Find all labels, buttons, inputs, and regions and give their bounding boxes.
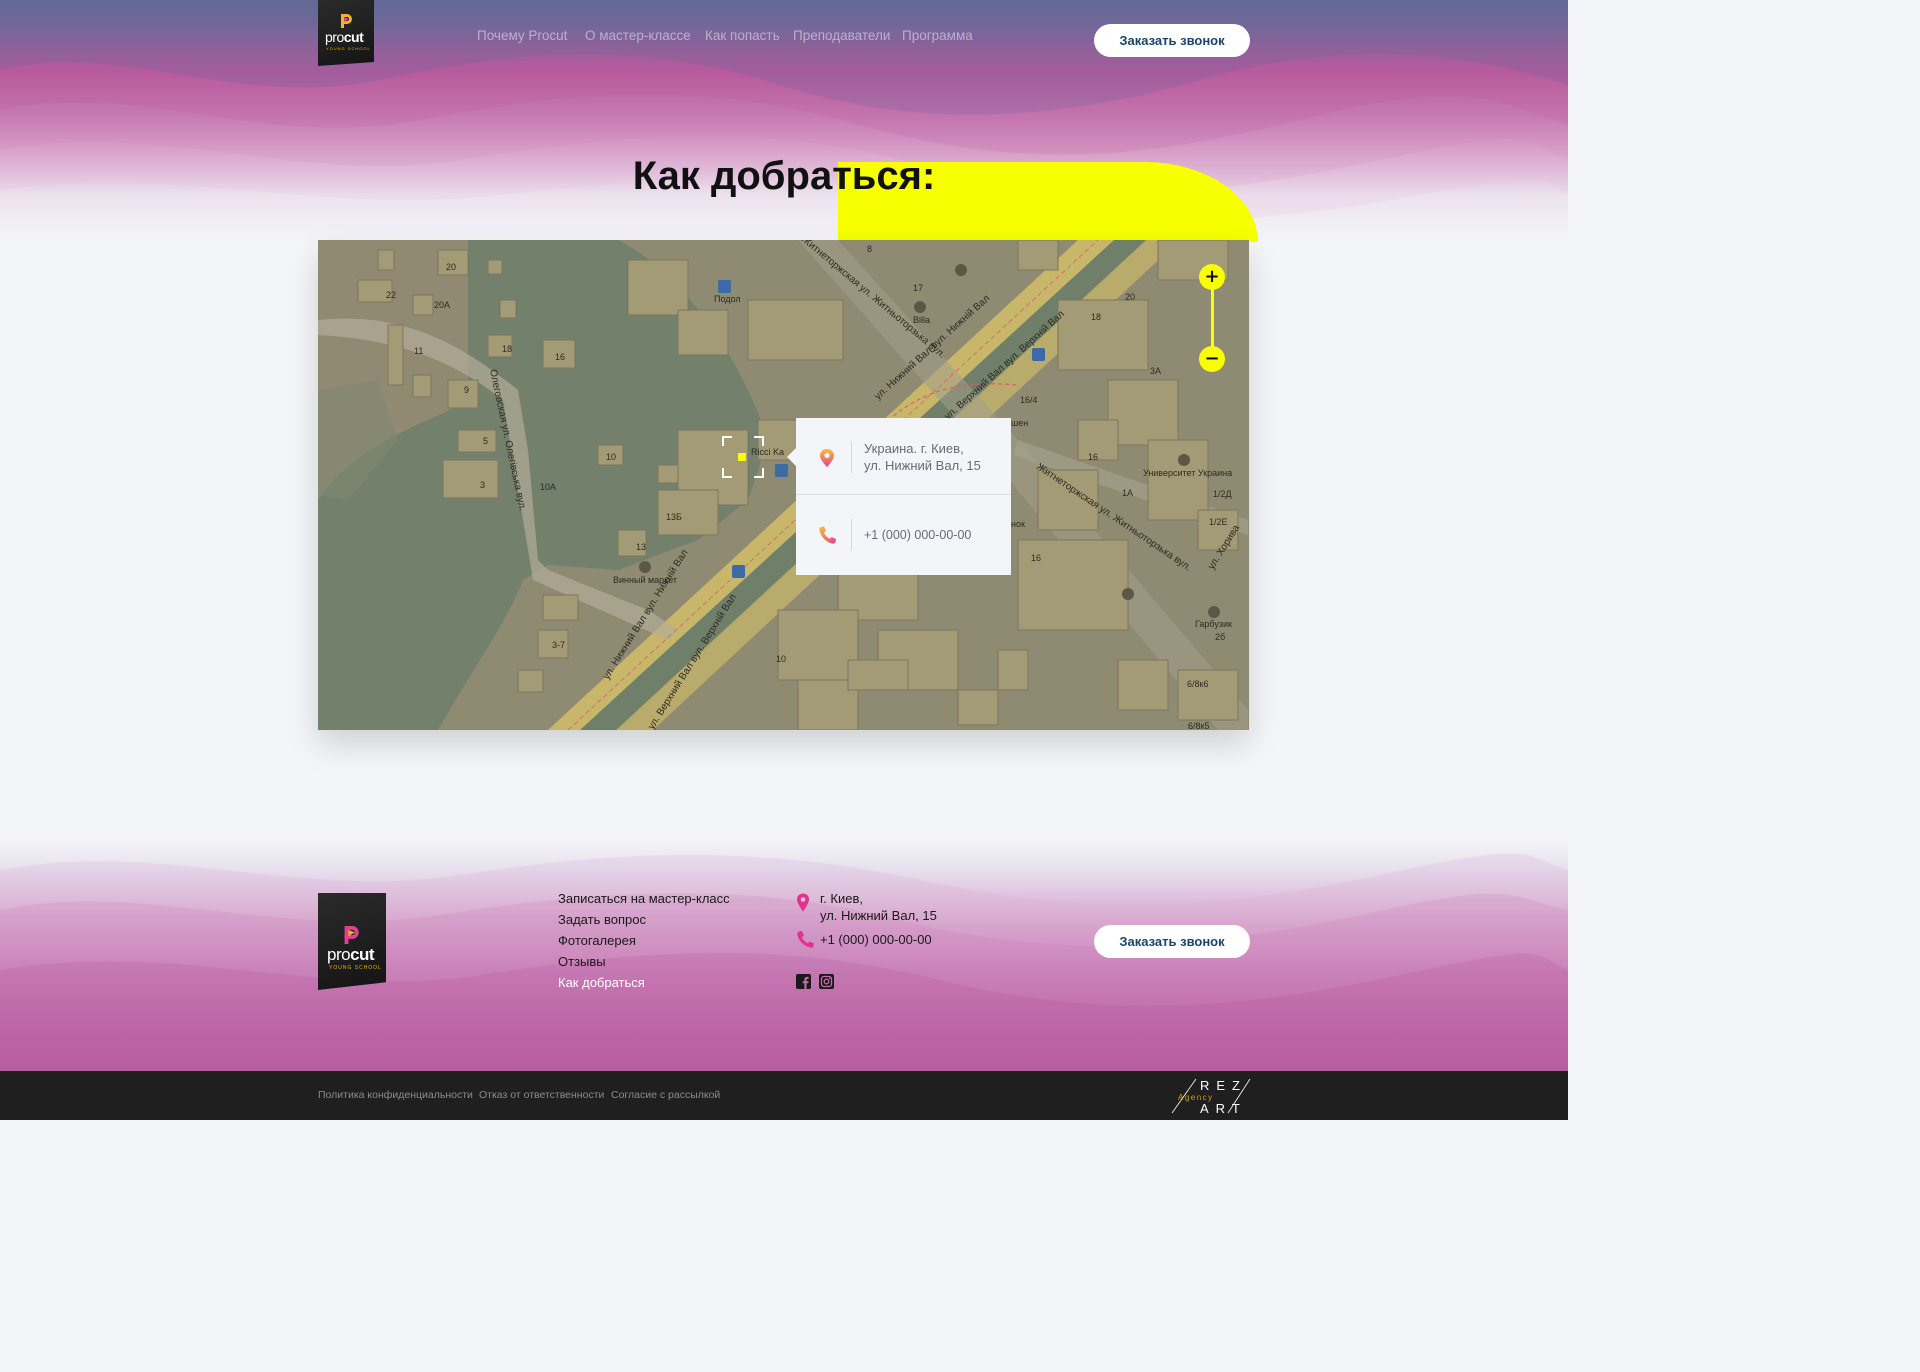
wave-decoration <box>0 0 1568 221</box>
footer-link-signup[interactable]: Записаться на мастер-класс <box>558 890 730 911</box>
zoom-control: + − <box>1199 264 1225 374</box>
footer-link-ask-question[interactable]: Задать вопрос <box>558 911 730 932</box>
svg-text:5: 5 <box>483 436 488 446</box>
svg-text:ART: ART <box>1200 1101 1247 1115</box>
nav-item-how-to-join[interactable]: Как попасть <box>705 28 780 43</box>
wave-decoration <box>0 853 1568 1072</box>
svg-text:6/8к6: 6/8к6 <box>1187 679 1208 689</box>
nav-item-program[interactable]: Программа <box>902 28 973 43</box>
phone-icon <box>819 526 836 544</box>
svg-text:16: 16 <box>1031 553 1041 563</box>
svg-text:нок: нок <box>1011 519 1025 529</box>
location-dot <box>738 453 746 461</box>
svg-text:1А: 1А <box>1122 488 1133 498</box>
svg-text:1/2Д: 1/2Д <box>1213 489 1232 499</box>
svg-text:18: 18 <box>1091 312 1101 322</box>
phone-icon <box>797 931 814 948</box>
footer-link-gallery[interactable]: Фотогалерея <box>558 932 730 953</box>
disclaimer-link[interactable]: Отказ от ответственности <box>479 1089 604 1101</box>
svg-text:3А: 3А <box>1150 366 1161 376</box>
svg-text:20: 20 <box>446 262 456 272</box>
svg-text:3-7: 3-7 <box>552 640 565 650</box>
svg-text:16: 16 <box>1088 452 1098 462</box>
svg-text:16/4: 16/4 <box>1020 395 1038 405</box>
map[interactable]: 20 22 20А 11 18 16 9 5 3 10 10А 13Б 13 3-7 10 8 17 1… <box>318 240 1249 730</box>
footer-link-directions[interactable]: Как добраться <box>558 974 730 995</box>
zoom-out-button[interactable]: − <box>1199 346 1225 372</box>
logo-wordmark: procut <box>325 29 364 45</box>
svg-text:13Б: 13Б <box>666 512 682 522</box>
nav-item-why-procut[interactable]: Почему Procut <box>477 28 567 43</box>
svg-text:Университет Украина: Университет Украина <box>1143 468 1232 478</box>
location-pin-icon <box>820 449 834 467</box>
svg-text:18: 18 <box>502 344 512 354</box>
footer-link-reviews[interactable]: Отзывы <box>558 953 730 974</box>
svg-text:13: 13 <box>636 542 646 552</box>
svg-text:1/2Е: 1/2Е <box>1209 517 1228 527</box>
footer-nav: Записаться на мастер-класс Задать вопрос… <box>558 890 730 995</box>
svg-text:20А: 20А <box>434 300 450 310</box>
svg-text:6/8к5: 6/8к5 <box>1188 721 1209 730</box>
zoom-in-button[interactable]: + <box>1199 264 1225 290</box>
svg-text:11: 11 <box>414 346 423 356</box>
svg-text:Подол: Подол <box>714 294 741 304</box>
callback-button[interactable]: Заказать звонок <box>1094 24 1250 57</box>
footer-callback-button[interactable]: Заказать звонок <box>1094 925 1250 958</box>
svg-text:8: 8 <box>867 244 872 254</box>
info-address: Украина. г. Киев, ул. Нижний Вал, 15 <box>864 441 981 473</box>
svg-text:22: 22 <box>386 290 396 300</box>
svg-text:16: 16 <box>555 352 565 362</box>
logo-mark-icon <box>341 14 352 28</box>
header-background <box>0 0 1568 250</box>
agency-logo[interactable]: REZ Agency ART <box>1170 1077 1252 1115</box>
footer-background <box>0 840 1568 1072</box>
location-pin-icon <box>797 893 809 912</box>
footer-logo[interactable]: procut YOUNG SCHOOL <box>318 893 386 990</box>
svg-text:10А: 10А <box>540 482 556 492</box>
svg-text:17: 17 <box>913 283 923 293</box>
nav-item-about[interactable]: О мастер-классе <box>585 28 691 43</box>
mailing-consent-link[interactable]: Согласие с рассылкой <box>611 1089 720 1101</box>
svg-text:10: 10 <box>776 654 786 664</box>
logo-tagline: YOUNG SCHOOL <box>326 46 371 51</box>
svg-text:2б: 2б <box>1215 632 1225 642</box>
svg-text:REZ: REZ <box>1200 1078 1247 1093</box>
svg-text:Гарбузик: Гарбузик <box>1195 619 1232 629</box>
logo[interactable]: procut YOUNG SCHOOL <box>318 0 374 66</box>
bottom-bar: Политика конфиденциальности Отказ от отв… <box>0 1071 1568 1120</box>
svg-text:3: 3 <box>480 480 485 490</box>
info-phone: +1 (000) 000-00-00 <box>864 528 972 542</box>
instagram-icon[interactable] <box>819 974 834 989</box>
privacy-policy-link[interactable]: Политика конфиденциальности <box>318 1089 473 1101</box>
svg-text:Billa: Billa <box>913 315 930 325</box>
facebook-icon[interactable] <box>796 974 811 989</box>
svg-text:шен: шен <box>1011 418 1028 428</box>
info-phone-row: +1 (000) 000-00-00 <box>796 496 1011 575</box>
svg-text:10: 10 <box>606 452 616 462</box>
svg-text:20: 20 <box>1125 292 1135 302</box>
map-info-card: Украина. г. Киев, ул. Нижний Вал, 15 +1 … <box>787 418 1011 575</box>
location-marker[interactable] <box>722 436 764 478</box>
logo-mark-icon <box>344 926 359 944</box>
info-address-row: Украина. г. Киев, ул. Нижний Вал, 15 <box>796 418 1011 495</box>
nav-item-teachers[interactable]: Преподаватели <box>793 28 890 43</box>
logo-wordmark: procut <box>327 945 375 964</box>
svg-text:9: 9 <box>464 385 469 395</box>
page-title: Как добраться: <box>632 154 936 198</box>
map-tiles: 20 22 20А 11 18 16 9 5 3 10 10А 13Б 13 3-7 10 8 17 1… <box>318 240 1249 730</box>
logo-tagline: YOUNG SCHOOL <box>329 965 382 971</box>
